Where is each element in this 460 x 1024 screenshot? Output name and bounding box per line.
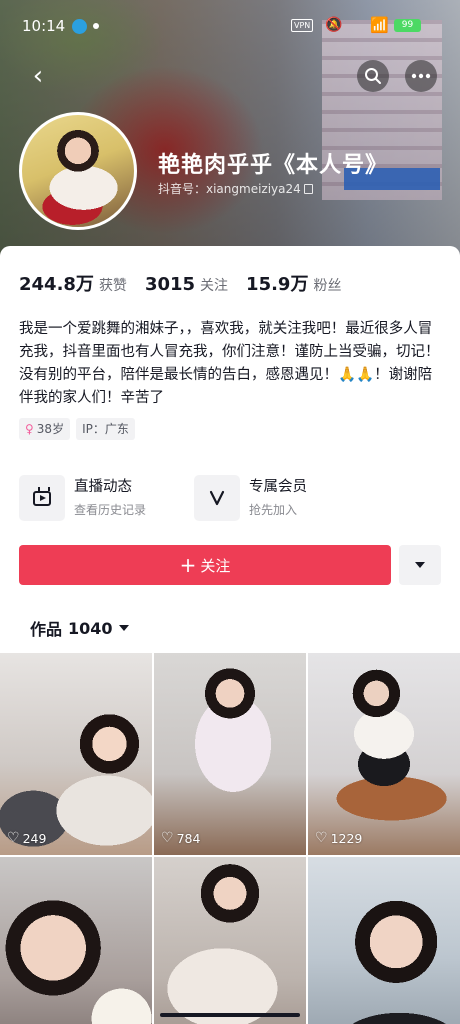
heart-icon: ♡ (315, 830, 328, 846)
plus-icon: + (179, 553, 197, 577)
stat-followers-value: 15.9万 (246, 274, 309, 295)
follow-button[interactable]: + 关注 (19, 545, 391, 585)
douyin-id-text: 抖音号：xiangmeiziya24 (158, 182, 301, 196)
video-likes: ♡ 784 (161, 830, 200, 846)
notification-dot-icon (93, 23, 99, 29)
avatar[interactable] (19, 112, 137, 230)
douyin-id[interactable]: 抖音号：xiangmeiziya24 (158, 180, 313, 197)
live-history-entry[interactable]: 直播动态 查看历史记录 (19, 475, 146, 521)
video-thumbnail[interactable] (308, 857, 460, 1024)
video-likes-count: 1229 (330, 830, 363, 846)
female-icon: ♀ (25, 422, 34, 436)
video-likes: ♡ 1229 (315, 830, 362, 846)
v-icon (209, 490, 225, 506)
age-tag: ♀ 38岁 (19, 418, 71, 440)
ip-tag: IP：广东 (76, 418, 135, 440)
stats-row: 244.8万 获赞 3015 关注 15.9万 粉丝 (19, 270, 341, 296)
video-likes: ♡ 249 (7, 830, 46, 846)
battery-icon: 99 (394, 19, 421, 32)
mute-bell-icon: 🔕 (325, 17, 343, 33)
wifi-icon: 📶 (370, 16, 389, 34)
search-icon (365, 68, 381, 84)
more-dots-icon (411, 73, 431, 79)
video-likes-count: 249 (22, 830, 47, 846)
recommend-dropdown-button[interactable] (399, 545, 441, 585)
stat-followers[interactable]: 15.9万 粉丝 (246, 270, 341, 296)
video-thumbnail[interactable]: ♡ 249 (0, 653, 152, 855)
search-button[interactable] (357, 60, 389, 92)
stat-following-label: 关注 (200, 278, 229, 294)
telegram-icon (72, 19, 87, 34)
profile-panel: 244.8万 获赞 3015 关注 15.9万 粉丝 我是一个爱跳舞的湘妹子，，喜欢我… (0, 246, 460, 1024)
back-button[interactable]: ‹ (22, 60, 54, 92)
video-thumbnail[interactable] (154, 857, 306, 1024)
stat-following-value: 3015 (144, 274, 196, 295)
live-history-title: 直播动态 (74, 479, 132, 495)
status-time: 10:14 (22, 17, 66, 35)
stat-following[interactable]: 3015 关注 (145, 274, 228, 295)
tv-icon (33, 490, 51, 506)
exclusive-member-entry[interactable]: 专属会员 抢先加入 (194, 475, 307, 521)
video-thumbnail[interactable] (0, 857, 152, 1024)
status-bar: 10:14 VPN 🔕 📶 99 (0, 0, 460, 35)
video-thumbnail[interactable]: ♡ 784 (154, 653, 306, 855)
live-history-subtitle: 查看历史记录 (74, 503, 147, 517)
home-indicator[interactable] (160, 1013, 300, 1017)
works-label: 作品 (30, 620, 63, 639)
tab-works[interactable]: 作品 1040 (30, 616, 129, 640)
member-subtitle: 抢先加入 (249, 503, 298, 517)
copy-icon[interactable] (303, 184, 313, 194)
member-title: 专属会员 (249, 479, 307, 495)
stat-likes-label: 获赞 (98, 278, 127, 294)
stat-likes-value: 244.8万 (19, 274, 94, 295)
video-likes-count: 784 (176, 830, 201, 846)
profile-tags: ♀ 38岁 IP：广东 (19, 418, 135, 440)
more-button[interactable] (405, 60, 437, 92)
follow-label: 关注 (200, 556, 231, 575)
heart-icon: ♡ (7, 830, 20, 846)
member-icon-box (194, 475, 240, 521)
triangle-down-icon (415, 562, 425, 568)
profile-bio: 我是一个爱跳舞的湘妹子，，喜欢我，就关注我吧！最近很多人冒充我，抖音里面也有人冒… (19, 321, 440, 406)
stat-followers-label: 粉丝 (313, 278, 342, 294)
live-icon-box (19, 475, 65, 521)
heart-icon: ♡ (161, 830, 174, 846)
profile-name: 艳艳肉乎乎《本人号》 (158, 153, 389, 178)
works-count: 1040 (68, 618, 113, 638)
video-thumbnail[interactable]: ♡ 1229 (308, 653, 460, 855)
vpn-icon: VPN (291, 19, 314, 32)
age-text: 38岁 (36, 422, 65, 436)
chevron-left-icon: ‹ (32, 61, 44, 91)
triangle-down-icon (118, 625, 129, 631)
stat-likes[interactable]: 244.8万 获赞 (19, 270, 127, 296)
